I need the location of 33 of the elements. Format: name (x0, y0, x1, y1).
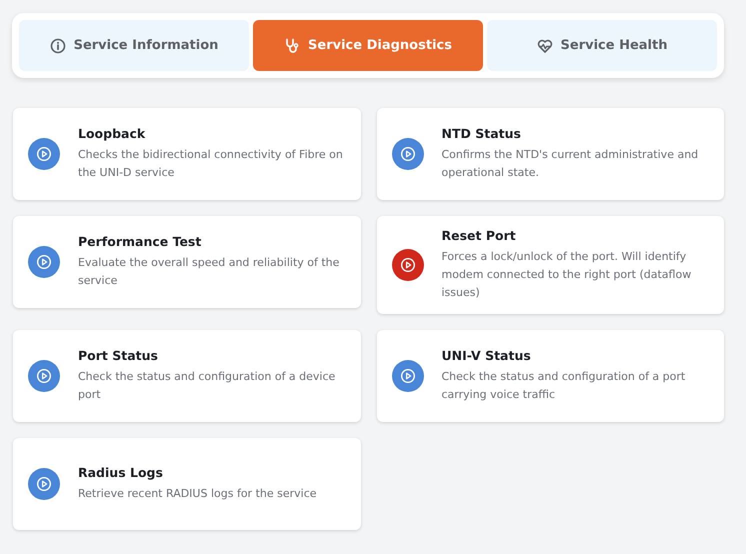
play-icon[interactable] (392, 138, 424, 170)
play-icon[interactable] (28, 360, 60, 392)
info-icon (50, 38, 66, 54)
card-title: Loopback (78, 126, 146, 141)
card-description: Checks the bidirectional connectivity of Fibre on the UNI-D service (78, 147, 344, 181)
action-card[interactable]: Reset Port Forces a lock/unlock of the port. Will identify modem connected to the right port (dataflow issues) (376, 216, 724, 314)
action-card[interactable]: Loopback Checks the bidirectional connectivity of Fibre on the UNI-D service (13, 108, 360, 200)
card-title: Radius Logs (78, 465, 164, 480)
play-icon[interactable] (392, 360, 424, 392)
card-title: NTD Status (442, 126, 522, 141)
stethoscope-icon (284, 38, 300, 54)
play-icon[interactable] (28, 246, 60, 278)
card-title: Port Status (78, 348, 159, 363)
tab[interactable]: Service Information (19, 20, 249, 71)
card-title: Reset Port (442, 228, 517, 243)
action-card[interactable]: NTD Status Confirms the NTD's current administrative and operational state. (376, 108, 724, 200)
action-card[interactable]: Radius Logs Retrieve recent RADIUS logs for the service (13, 438, 360, 530)
play-icon[interactable] (28, 138, 60, 170)
card-description: Retrieve recent RADIUS logs for the service (78, 486, 317, 502)
card-description: Confirms the NTD's current administrative and operational state. (442, 147, 700, 181)
card-description: Evaluate the overall speed and reliability of the service (78, 255, 340, 289)
card-title: UNI-V Status (442, 348, 532, 363)
play-icon[interactable] (28, 468, 60, 500)
action-card[interactable]: Performance Test Evaluate the overall speed and reliability of the service (13, 216, 360, 308)
card-description: Check the status and configuration of a device port (78, 369, 336, 403)
action-card[interactable]: Port Status Check the status and configuration of a device port (13, 330, 360, 422)
card-description: Forces a lock/unlock of the port. Will identify modem connected to the right port (dataflow issues) (442, 249, 692, 301)
card-title: Performance Test (78, 234, 202, 249)
tab[interactable]: Service Health (487, 20, 717, 71)
card-description: Check the status and configuration of a port carrying voice traffic (442, 369, 686, 403)
action-card[interactable]: UNI-V Status Check the status and configuration of a port carrying voice traffic (376, 330, 724, 422)
play-icon[interactable] (392, 249, 424, 281)
heart-pulse-icon (536, 38, 553, 54)
